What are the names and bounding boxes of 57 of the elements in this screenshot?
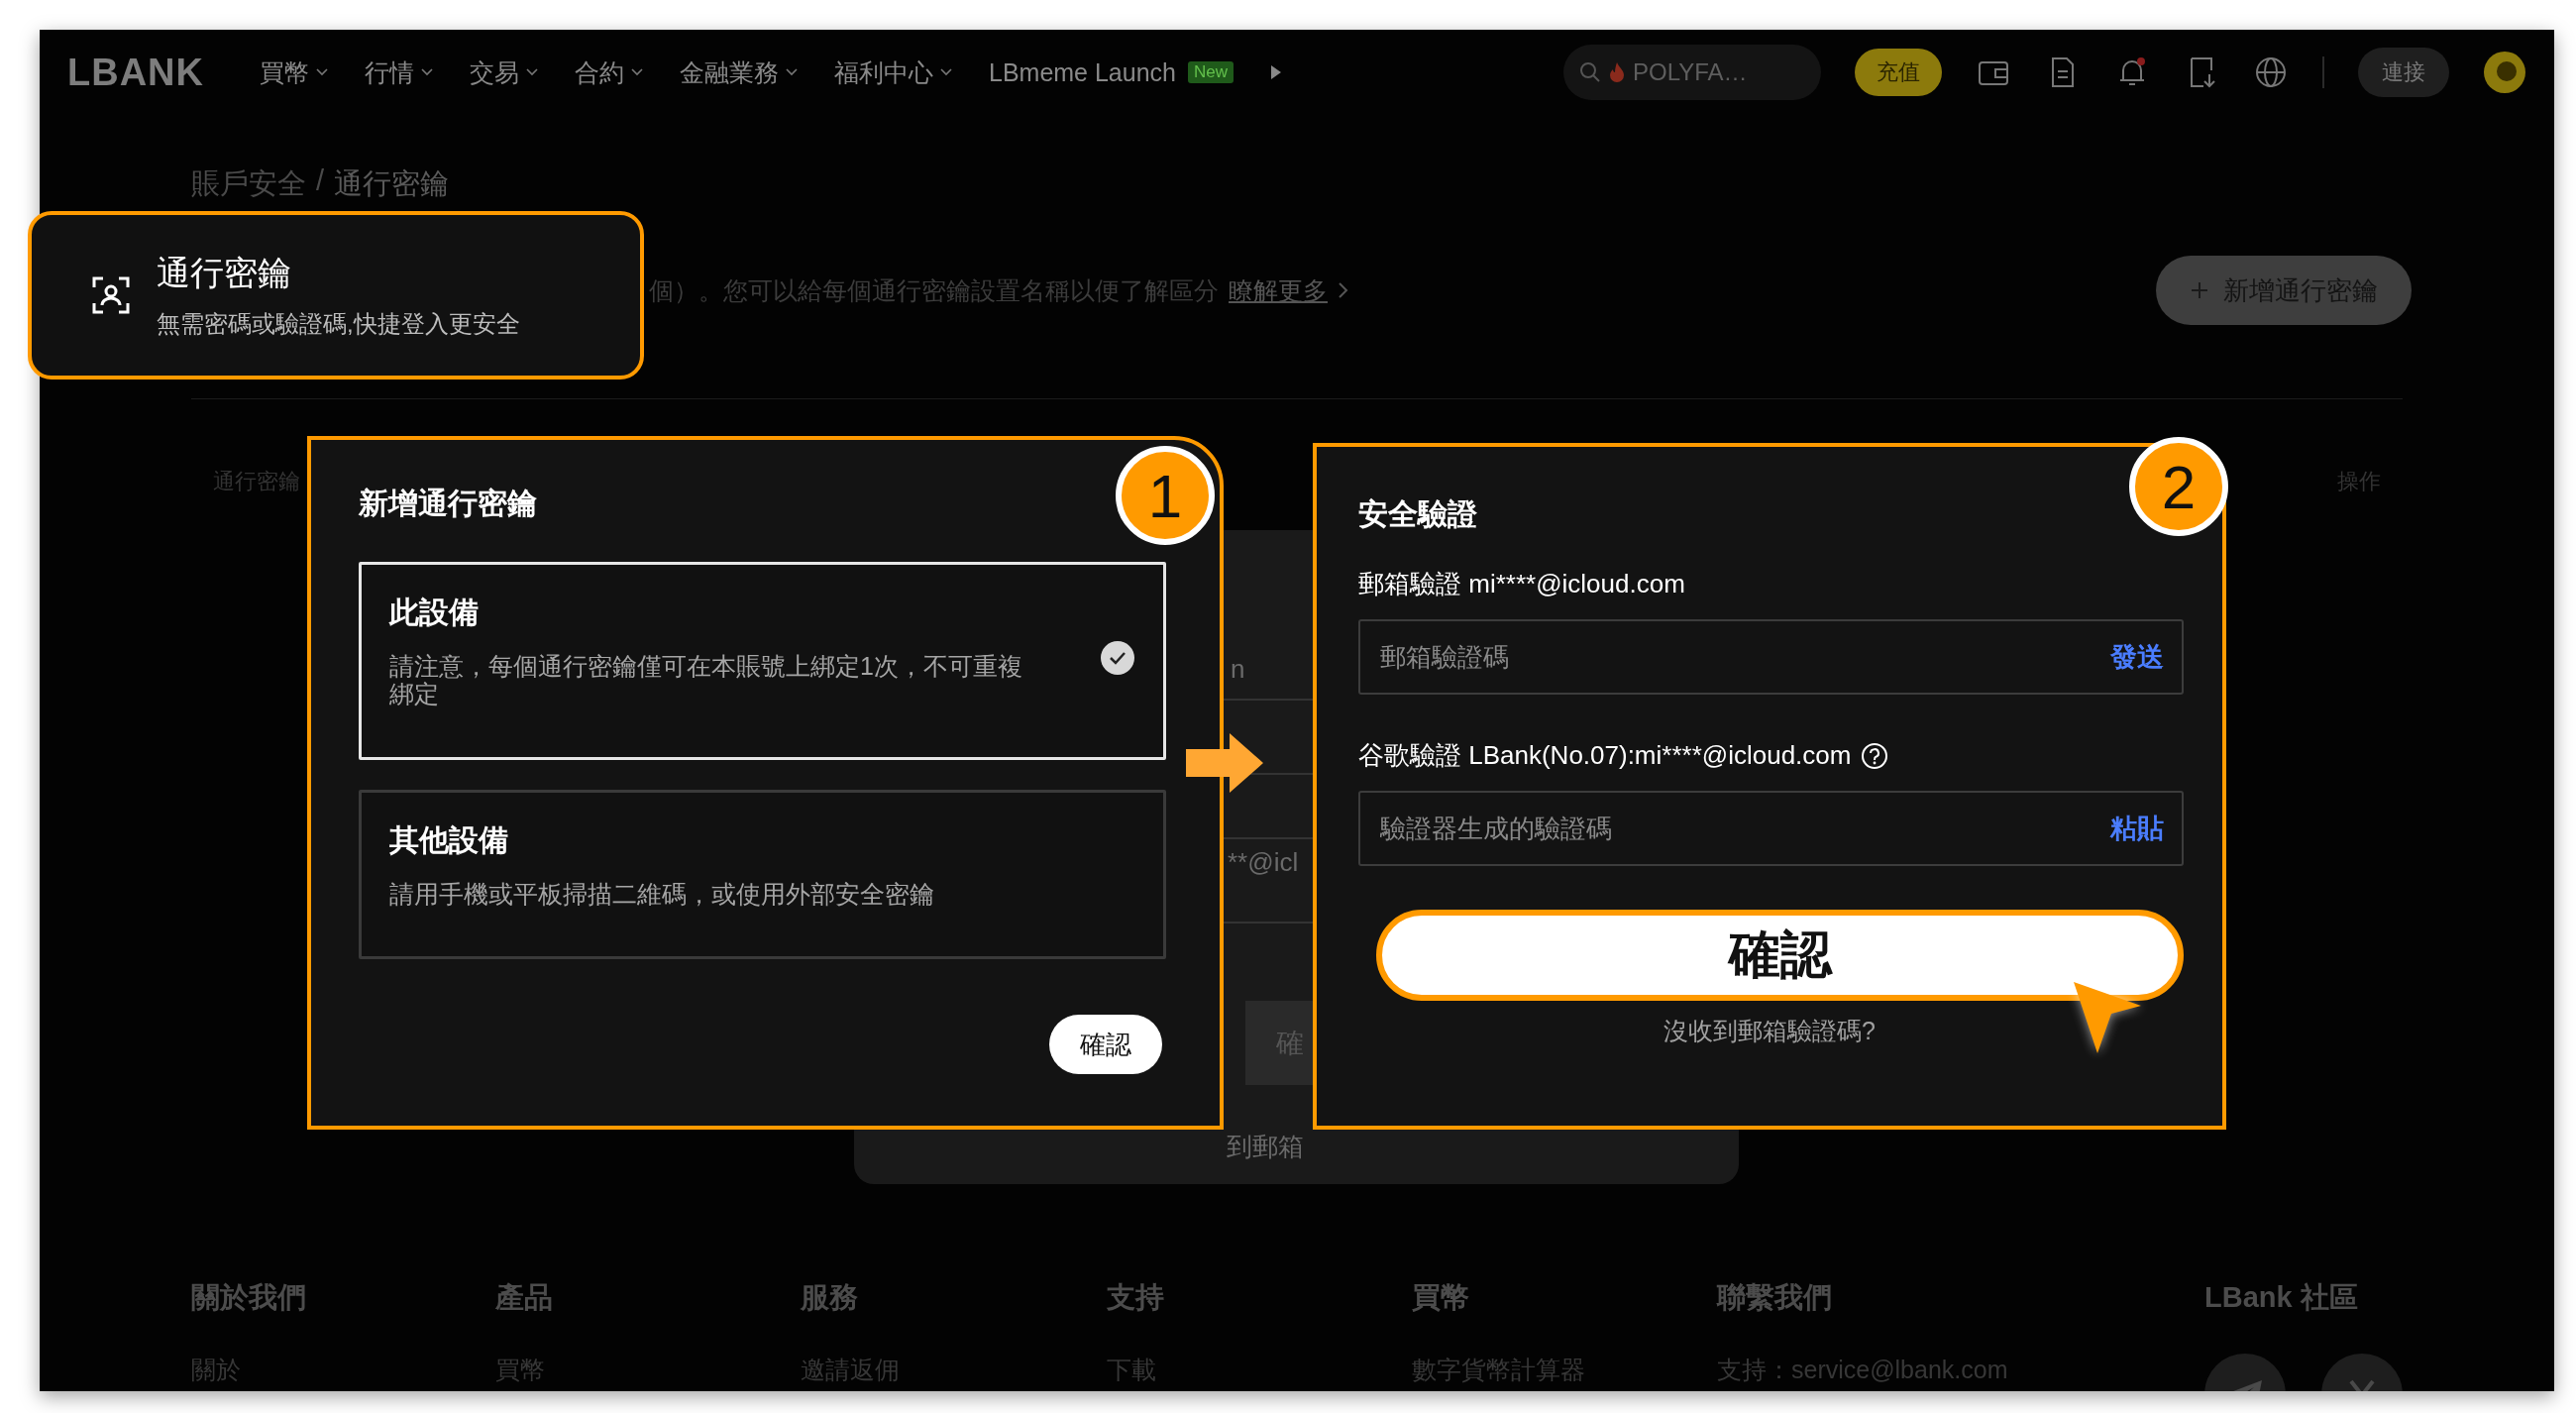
footer-heading: 服務 [801, 1280, 859, 1315]
footer-heading: 支持 [1107, 1280, 1165, 1315]
avatar-icon[interactable] [2483, 51, 2526, 94]
field-label: 谷歌驗證 LBank(No.07):mi****@icloud.com [1358, 739, 1852, 772]
deposit-button[interactable]: 充值 [1855, 49, 1942, 96]
description-text: 個）。您可以給每個通行密鑰設置名稱以便了解區分 [649, 274, 1219, 306]
search-field[interactable]: POLYFA… [1563, 45, 1821, 100]
option-description: 請注意，每個通行密鑰僅可在本賬號上綁定1次，不可重複綁定 [389, 653, 1023, 707]
footer-heading: 關於我們 [191, 1280, 307, 1315]
footer-heading: 產品 [495, 1280, 554, 1315]
field-label: 郵箱驗證 mi****@icloud.com [1358, 568, 1685, 600]
field-action-link[interactable]: 發送 [2110, 639, 2164, 675]
connect-button[interactable]: 連接 [2358, 48, 2449, 97]
footer-heading: LBank 社區 [2204, 1280, 2359, 1315]
chevron-right-icon [1338, 281, 1349, 299]
passkey-icon [91, 275, 131, 315]
nav-item[interactable]: 福利中心 [834, 55, 953, 89]
new-badge: New [1188, 61, 1234, 83]
code-input-field[interactable]: 郵箱驗證碼 發送 [1358, 619, 2184, 695]
search-icon [1579, 61, 1601, 83]
nav-item[interactable]: LBmeme Launch New [989, 57, 1234, 87]
footer-heading: 聯繫我們 [1717, 1280, 1833, 1315]
plus-icon [2190, 280, 2209, 300]
nav-item[interactable]: 買幣 [260, 55, 329, 89]
device-option[interactable]: 此設備 請注意，每個通行密鑰僅可在本賬號上綁定1次，不可重複綁定 [359, 562, 1166, 760]
option-title: 此設備 [389, 595, 480, 630]
resend-link[interactable]: 到郵箱 [1227, 1130, 1304, 1164]
option-description: 請用手機或平板掃描二維碼，或使用外部安全密鑰 [389, 881, 935, 909]
nav-item[interactable]: 金融業務 [680, 55, 799, 89]
step-number-badge: 2 [2129, 437, 2228, 536]
confirm-button[interactable]: 確認 [1049, 1015, 1162, 1074]
field-value: n [1231, 654, 1245, 685]
field-action-link[interactable]: 粘貼 [2110, 811, 2164, 846]
breadcrumb-separator: / [316, 164, 325, 198]
confirm-button[interactable]: 確認 [1376, 910, 2184, 1001]
code-input-field[interactable]: 驗證器生成的驗證碼 粘貼 [1358, 791, 2184, 866]
arrow-right-icon [1184, 731, 1265, 795]
learn-more-link[interactable]: 瞭解更多 [1229, 273, 1328, 307]
option-title: 其他設備 [389, 822, 509, 858]
modal-title: 新增通行密鑰 [359, 486, 537, 521]
callout-title: 通行密鑰 [157, 253, 292, 293]
footer-heading: 買幣 [1412, 1280, 1470, 1315]
nav-item[interactable]: 行情 [365, 55, 434, 89]
nav-item[interactable]: 交易 [470, 55, 539, 89]
breadcrumb-item: 通行密鑰 [334, 166, 450, 201]
globe-icon[interactable] [2253, 54, 2289, 90]
logo[interactable]: LBANK [67, 51, 204, 94]
modal-title: 安全驗證 [1358, 496, 1478, 532]
device-option[interactable]: 其他設備 請用手機或平板掃描二維碼，或使用外部安全密鑰 [359, 790, 1166, 959]
callout-subtitle: 無需密碼或驗證碼,快捷登入更安全 [157, 309, 520, 339]
nav-item[interactable]: 合約 [575, 55, 644, 89]
check-icon [1100, 640, 1135, 676]
step-number-badge: 1 [1116, 446, 1215, 545]
flame-icon [1609, 61, 1625, 83]
more-icon[interactable] [1269, 63, 1283, 81]
email-text: **@icl [1228, 847, 1299, 878]
resend-link[interactable]: 沒收到郵箱驗證碼? [1664, 1017, 1876, 1044]
